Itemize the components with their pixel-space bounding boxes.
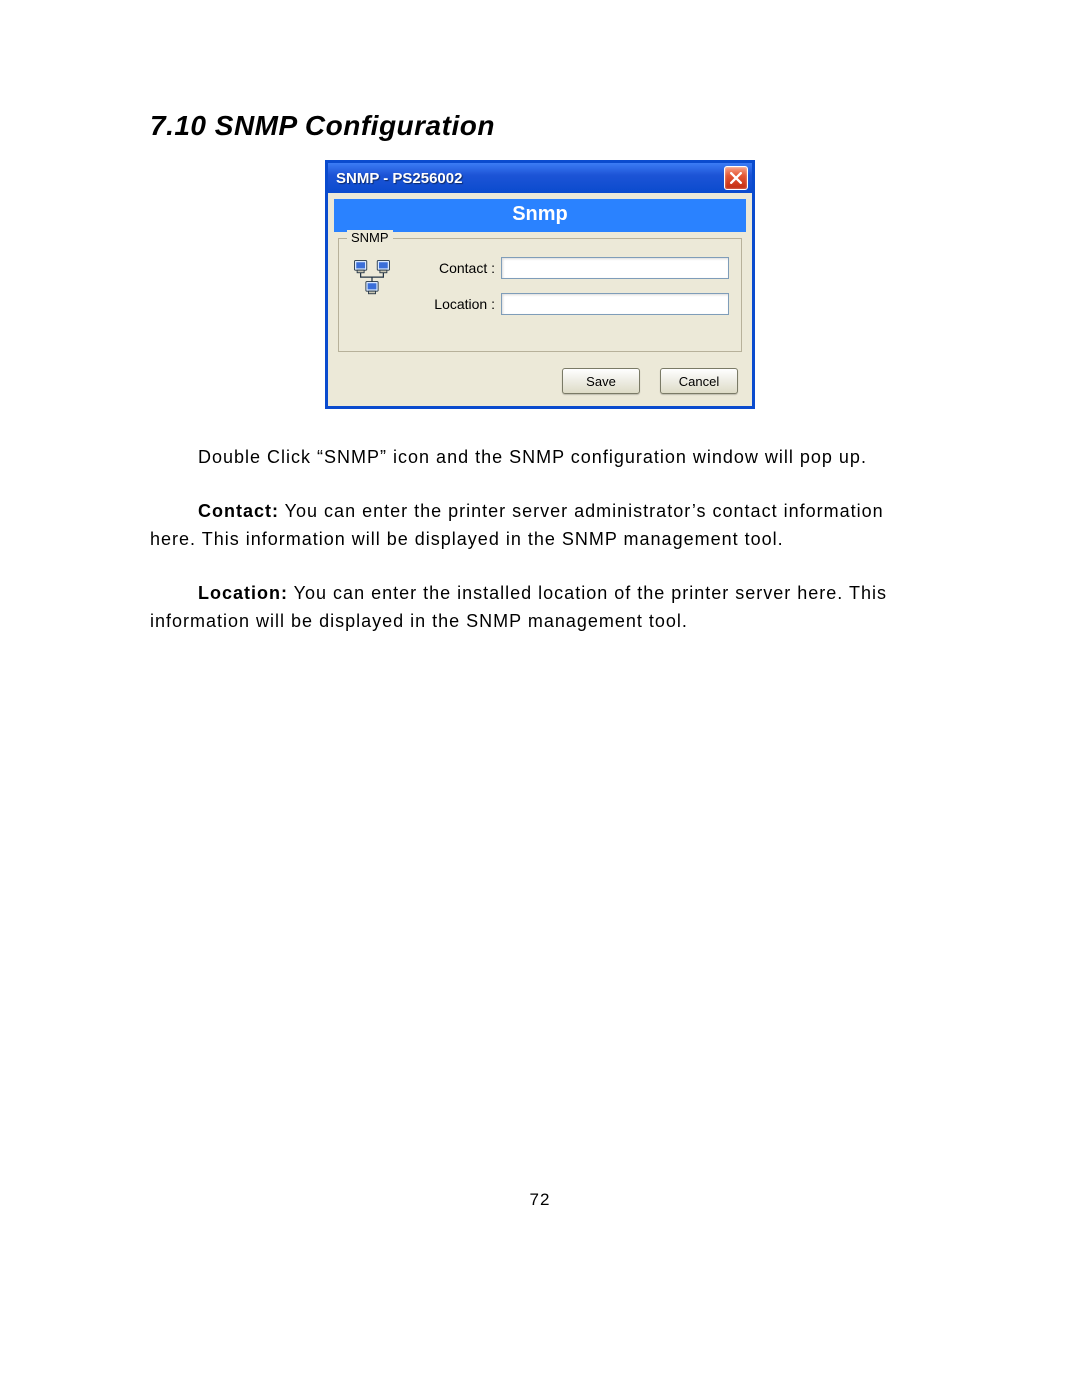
location-field[interactable] — [501, 293, 729, 315]
section-heading: 7.10 SNMP Configuration — [150, 110, 930, 142]
location-label: Location : — [415, 296, 495, 312]
titlebar: SNMP - PS256002 — [328, 163, 752, 193]
save-button[interactable]: Save — [562, 368, 640, 394]
group-legend: SNMP — [347, 230, 393, 245]
dialog-banner: Snmp — [334, 199, 746, 232]
cancel-button[interactable]: Cancel — [660, 368, 738, 394]
contact-label: Contact : — [415, 260, 495, 276]
close-icon[interactable] — [724, 166, 748, 190]
page-number: 72 — [0, 1190, 1080, 1210]
paragraph-1: Double Click “SNMP” icon and the SNMP co… — [150, 444, 930, 472]
snmp-groupbox: SNMP — [338, 238, 742, 352]
body-text: Double Click “SNMP” icon and the SNMP co… — [150, 444, 930, 635]
contact-field[interactable] — [501, 257, 729, 279]
paragraph-2: Contact: You can enter the printer serve… — [150, 498, 930, 554]
snmp-dialog: SNMP - PS256002 Snmp SNMP — [325, 160, 755, 409]
paragraph-3: Location: You can enter the installed lo… — [150, 580, 930, 636]
window-title: SNMP - PS256002 — [336, 170, 462, 187]
network-icon — [351, 257, 393, 304]
